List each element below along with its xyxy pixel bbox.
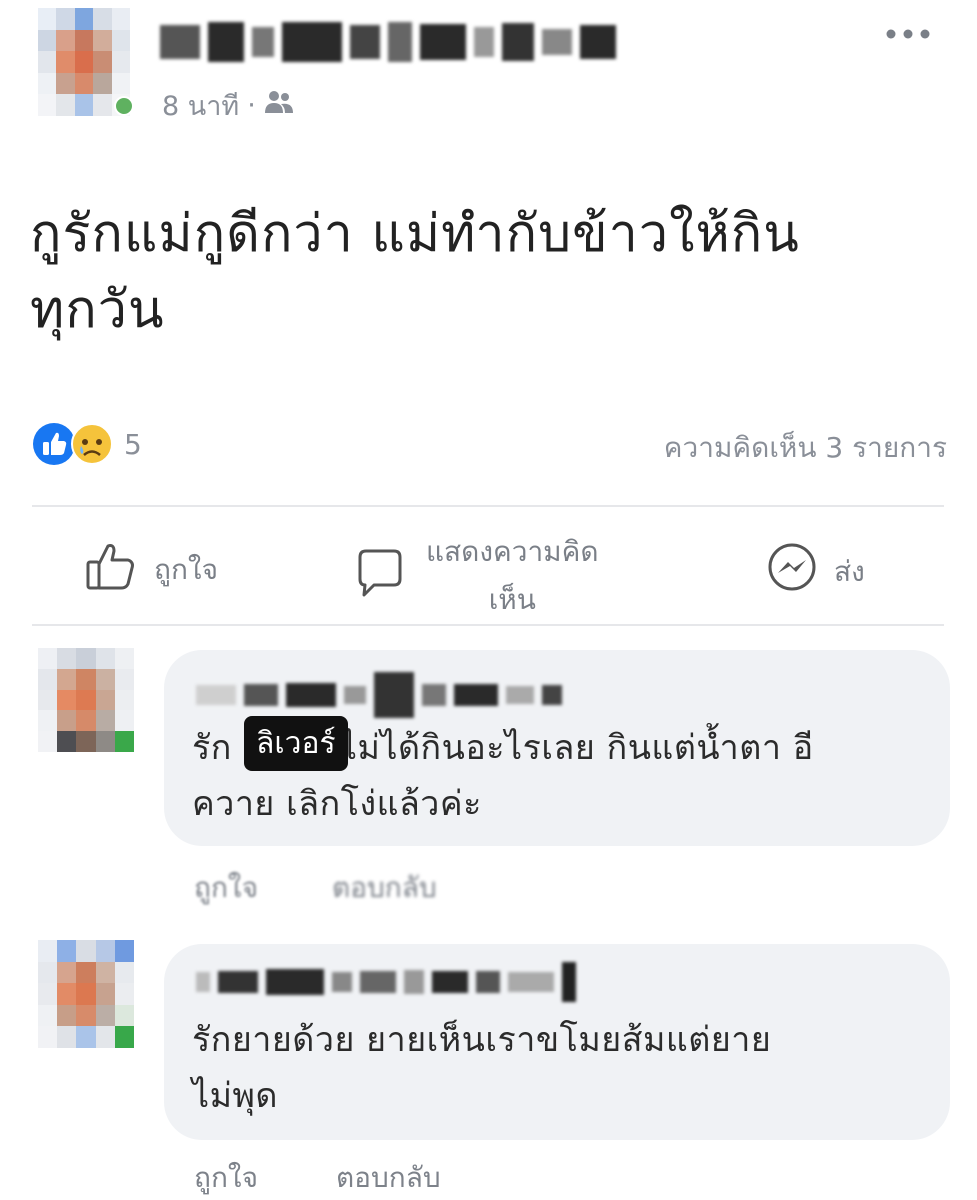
- comment-text-prefix: รัก: [192, 728, 232, 768]
- commenter-name-redacted: [196, 962, 576, 1002]
- comment-label-line-1: แสดงความคิด: [426, 535, 599, 568]
- post-body-line-2: ทุกวัน: [30, 280, 165, 340]
- comment-like-label: ถูกใจ: [194, 1161, 258, 1194]
- comment-button[interactable]: แสดงความคิด เห็น: [352, 528, 599, 624]
- comment-like-label: ถูกใจ: [194, 871, 258, 904]
- online-status-dot: [114, 96, 134, 116]
- share-button[interactable]: ส่ง: [764, 540, 865, 603]
- comment-text: รักยายด้วย ยายเห็นเราขโมยส้มแต่ยาย ไม่พุ…: [192, 1012, 942, 1124]
- comment-count[interactable]: ความคิดเห็น 3 รายการ: [664, 426, 947, 470]
- comment-text-line-1-rest: ไม่ได้กินอะไรเลย กินแต่น้ำตา อี: [339, 728, 814, 768]
- post-body: กูรักแม่กูดีกว่า แม่ทำกับข้าวให้กิน ทุกว…: [30, 196, 960, 348]
- post-time[interactable]: 8 นาที: [162, 84, 239, 127]
- commenter-avatar[interactable]: [38, 940, 134, 1048]
- commenter-name-redacted: [196, 672, 562, 718]
- ellipsis-icon[interactable]: [884, 26, 932, 45]
- reactions-summary[interactable]: 5: [32, 422, 142, 466]
- comment-text-line-2: ไม่พุด: [192, 1076, 279, 1116]
- comment-reply-link[interactable]: ตอบกลับ: [336, 1156, 441, 1200]
- comment-reply-label: ตอบกลับ: [332, 871, 437, 904]
- comment-like-link[interactable]: ถูกใจ: [194, 866, 258, 910]
- commenter-avatar[interactable]: [38, 648, 134, 752]
- divider-top: [32, 505, 944, 507]
- reaction-count: 5: [124, 427, 142, 461]
- comment-like-link[interactable]: ถูกใจ: [194, 1156, 258, 1200]
- like-button[interactable]: ถูกใจ: [84, 538, 218, 601]
- thumbs-up-icon: [84, 538, 140, 601]
- like-label: ถูกใจ: [154, 552, 218, 586]
- poster-name-redacted: [160, 22, 616, 62]
- comment-text-line-2: ควาย เลิกโง่แล้วค่ะ: [192, 784, 482, 824]
- friends-icon: [264, 89, 294, 122]
- meta-separator: ·: [247, 90, 256, 121]
- messenger-icon: [764, 540, 820, 603]
- comment-label-line-2: เห็น: [488, 583, 536, 616]
- share-label: ส่ง: [834, 554, 865, 588]
- comment-reply-label: ตอบกลับ: [336, 1161, 441, 1194]
- divider-bottom: [32, 624, 944, 626]
- comment-text-line-1: รักยายด้วย ยายเห็นเราขโมยส้มแต่ยาย: [192, 1020, 772, 1060]
- post-body-line-1: กูรักแม่กูดีกว่า แม่ทำกับข้าวให้กิน: [30, 204, 800, 264]
- sad-reaction-icon: [70, 422, 114, 466]
- comment-bubble-icon: [352, 545, 408, 608]
- comment-reply-link[interactable]: ตอบกลับ: [332, 866, 437, 910]
- overlay-sticker-label: ลิเวอร์: [244, 716, 348, 771]
